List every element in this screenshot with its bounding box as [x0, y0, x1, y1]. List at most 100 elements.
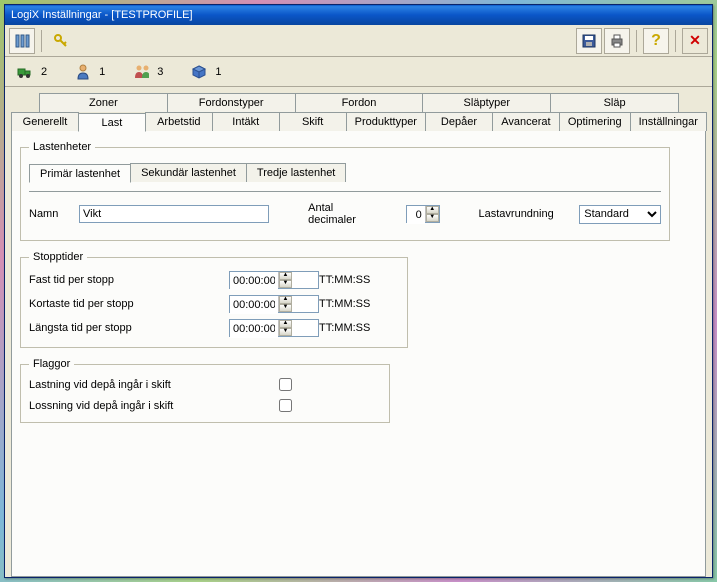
spin-up-icon[interactable]: ▲	[279, 320, 292, 328]
subtabs-lastenheter: Primär lastenhet Sekundär lastenhet Tred…	[29, 163, 661, 182]
tab-intakt[interactable]: Intäkt	[212, 112, 280, 131]
input-kortaste-tid[interactable]	[230, 296, 278, 314]
spinner-kortaste-tid[interactable]: ▲▼	[229, 295, 319, 313]
spin-down-icon[interactable]: ▼	[279, 304, 292, 312]
columns-button[interactable]	[9, 28, 35, 54]
tab-depaer[interactable]: Depåer	[425, 112, 493, 131]
legend-stopptider: Stopptider	[29, 251, 87, 263]
tab-label: Fordonstyper	[199, 97, 264, 109]
window-title: LogiX Inställningar - [TESTPROFILE]	[11, 9, 193, 21]
spinner-decimals[interactable]: ▲ ▼	[406, 205, 440, 223]
label-namn: Namn	[29, 208, 71, 220]
tab-zoner[interactable]: Zoner	[39, 93, 168, 112]
tab-panel-last: Lastenheter Primär lastenhet Sekundär la…	[11, 130, 706, 577]
fieldset-stopptider: Stopptider Fast tid per stopp ▲▼ TT:MM:S…	[20, 251, 408, 348]
key-icon	[53, 33, 69, 49]
tab-last[interactable]: Last	[78, 113, 146, 132]
tab-produkttyper[interactable]: Produkttyper	[346, 112, 426, 131]
truck-icon	[17, 64, 33, 80]
person-icon	[75, 64, 91, 80]
input-fast-tid[interactable]	[230, 272, 278, 290]
status-row: 2 1 3 1	[5, 57, 712, 87]
tab-label: Arbetstid	[157, 116, 200, 128]
input-namn[interactable]	[79, 205, 269, 223]
spin-down-icon[interactable]: ▼	[426, 214, 439, 222]
label-decimals: Antal decimaler	[308, 202, 380, 226]
tabs-container: Zoner Fordonstyper Fordon Släptyper Släp…	[5, 87, 712, 577]
tab-label: Intäkt	[232, 116, 259, 128]
tab-generellt[interactable]: Generellt	[11, 112, 79, 131]
input-langsta-tid[interactable]	[230, 320, 278, 338]
subtab-border	[29, 191, 661, 192]
toolbar-separator	[636, 30, 637, 52]
spinner-fast-tid[interactable]: ▲▼	[229, 271, 319, 289]
columns-icon	[14, 33, 30, 49]
spin-down-icon[interactable]: ▼	[279, 280, 292, 288]
tab-slap[interactable]: Släp	[550, 93, 679, 112]
tab-label: Produkttyper	[355, 116, 417, 128]
cube-icon	[191, 64, 207, 80]
toolbar: ? ✕	[5, 25, 712, 57]
print-icon	[609, 33, 625, 49]
tab-label: Släp	[604, 97, 626, 109]
tab-label: Fordon	[342, 97, 377, 109]
toolbar-separator	[675, 30, 676, 52]
print-button[interactable]	[604, 28, 630, 54]
toolbar-separator	[41, 30, 42, 52]
checkbox-lossning[interactable]	[279, 399, 292, 412]
spin-up-icon[interactable]: ▲	[279, 272, 292, 280]
save-button[interactable]	[576, 28, 602, 54]
tab-label: Skift	[302, 116, 323, 128]
tab-fordonstyper[interactable]: Fordonstyper	[167, 93, 296, 112]
status-value: 1	[99, 66, 105, 78]
status-value: 2	[41, 66, 47, 78]
window-titlebar: LogiX Inställningar - [TESTPROFILE]	[5, 5, 712, 25]
tab-fordon[interactable]: Fordon	[295, 93, 424, 112]
label-kortaste-tid: Kortaste tid per stopp	[29, 298, 229, 310]
tab-avancerat[interactable]: Avancerat	[492, 112, 560, 131]
status-cube: 1	[191, 64, 221, 80]
label-langsta-tid: Längsta tid per stopp	[29, 322, 229, 334]
subtab-primar[interactable]: Primär lastenhet	[29, 164, 131, 183]
spinner-langsta-tid[interactable]: ▲▼	[229, 319, 319, 337]
tab-label: Depåer	[441, 116, 477, 128]
key-button[interactable]	[48, 28, 74, 54]
label-rounding: Lastavrundning	[479, 208, 554, 220]
close-icon: ✕	[689, 32, 701, 49]
subtab-sekundar[interactable]: Sekundär lastenhet	[130, 163, 247, 182]
legend-lastenheter: Lastenheter	[29, 141, 95, 153]
tab-skift[interactable]: Skift	[279, 112, 347, 131]
label-lastning: Lastning vid depå ingår i skift	[29, 379, 279, 391]
status-value: 1	[215, 66, 221, 78]
tab-installningar[interactable]: Inställningar	[630, 112, 707, 131]
close-button[interactable]: ✕	[682, 28, 708, 54]
subtab-tredje[interactable]: Tredje lastenhet	[246, 163, 346, 182]
status-people: 3	[133, 64, 163, 80]
spin-up-icon[interactable]: ▲	[426, 206, 439, 214]
subtab-label: Sekundär lastenhet	[141, 167, 236, 179]
fieldset-lastenheter: Lastenheter Primär lastenhet Sekundär la…	[20, 141, 670, 241]
status-truck: 2	[17, 64, 47, 80]
row-namn: Namn Antal decimaler ▲ ▼ Lastavrundning	[29, 202, 661, 226]
input-decimals[interactable]	[407, 206, 425, 224]
legend-flaggor: Flaggor	[29, 358, 74, 370]
suffix-fast-tid: TT:MM:SS	[319, 274, 399, 286]
label-fast-tid: Fast tid per stopp	[29, 274, 229, 286]
spin-up-icon[interactable]: ▲	[279, 296, 292, 304]
subtab-label: Tredje lastenhet	[257, 167, 335, 179]
tab-label: Släptyper	[464, 97, 510, 109]
fieldset-flaggor: Flaggor Lastning vid depå ingår i skift …	[20, 358, 390, 423]
select-rounding[interactable]: Standard	[579, 205, 661, 224]
tab-label: Avancerat	[501, 116, 550, 128]
subtab-label: Primär lastenhet	[40, 168, 120, 180]
help-button[interactable]: ?	[643, 28, 669, 54]
tab-arbetstid[interactable]: Arbetstid	[145, 112, 213, 131]
checkbox-lastning[interactable]	[279, 378, 292, 391]
tab-slaptyper[interactable]: Släptyper	[422, 93, 551, 112]
save-icon	[581, 33, 597, 49]
spin-down-icon[interactable]: ▼	[279, 328, 292, 336]
tab-label: Zoner	[89, 97, 118, 109]
suffix-langsta-tid: TT:MM:SS	[319, 322, 399, 334]
help-icon: ?	[651, 32, 661, 50]
tab-optimering[interactable]: Optimering	[559, 112, 631, 131]
